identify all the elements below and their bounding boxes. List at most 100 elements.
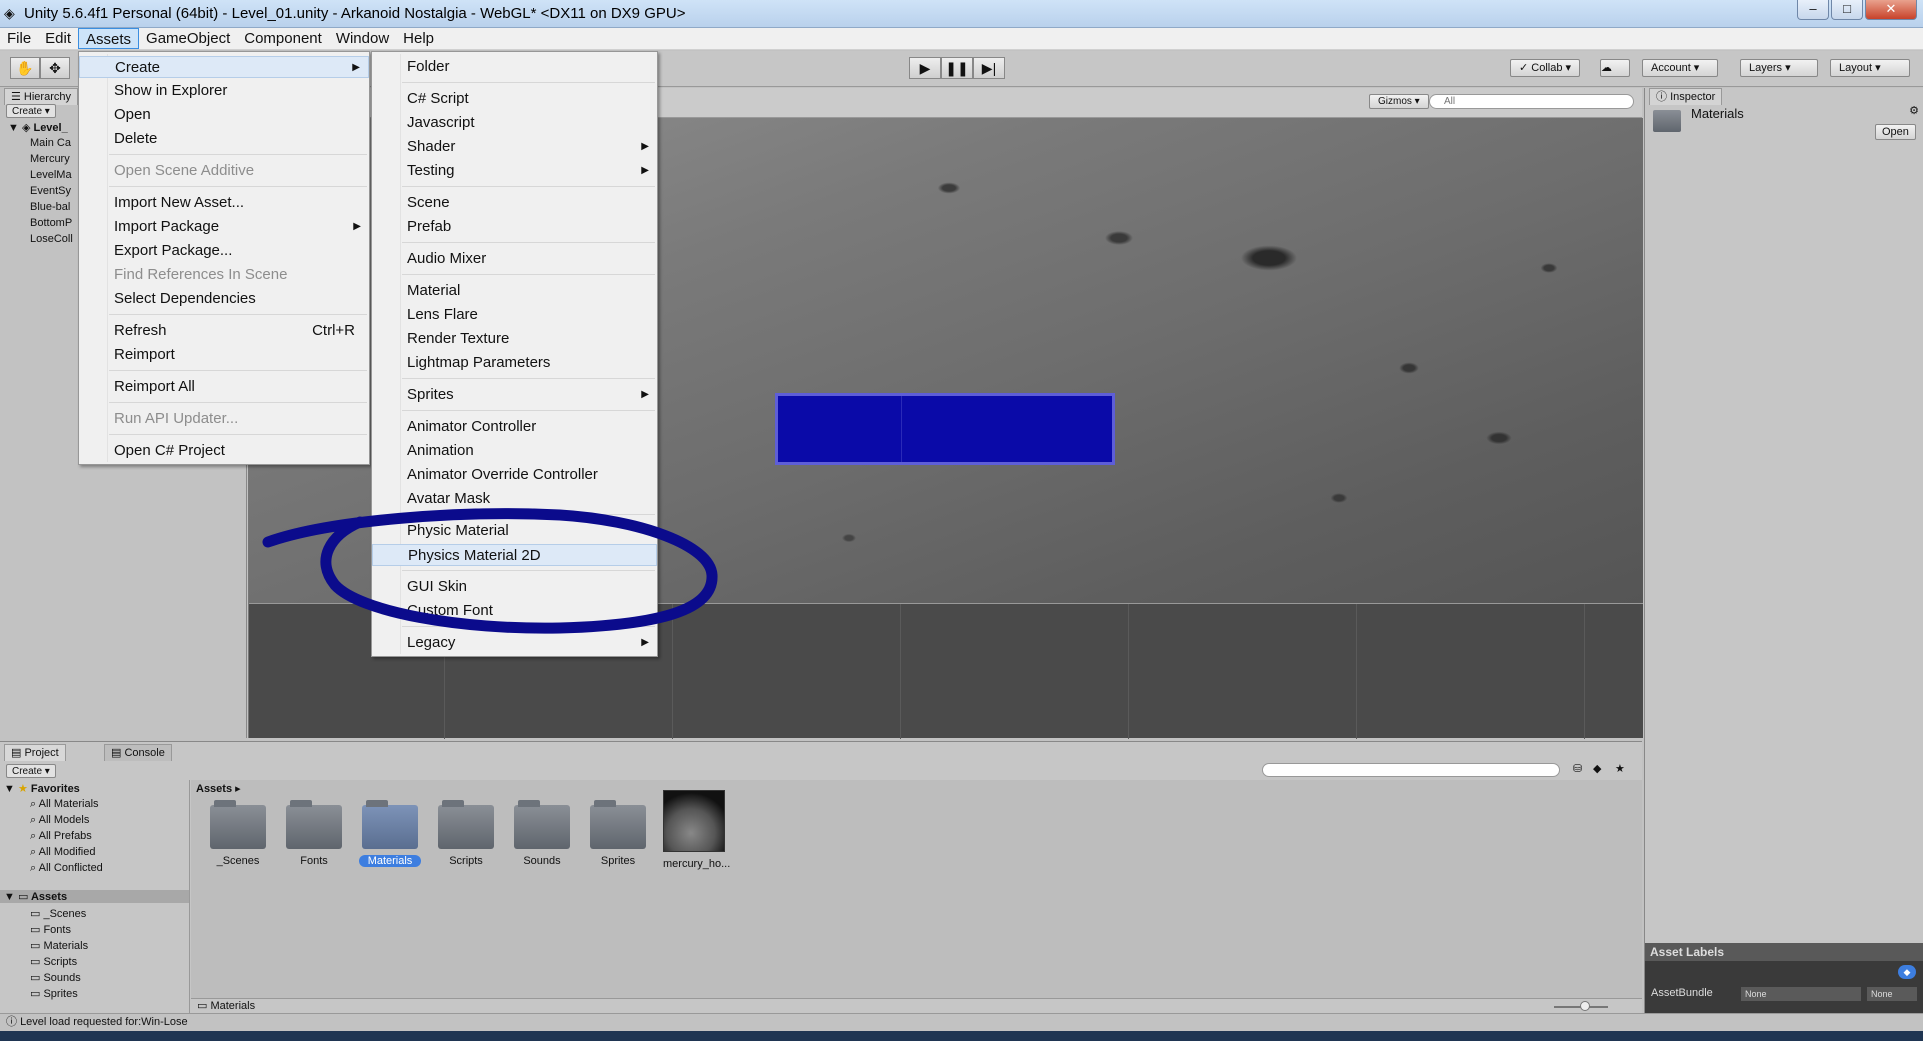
breadcrumb[interactable]: Assets ▸ <box>196 782 241 795</box>
menu-item-prefab[interactable]: Prefab <box>372 216 657 238</box>
menu-item-show-in-explorer[interactable]: Show in Explorer <box>79 80 369 102</box>
menu-item-refresh[interactable]: Refresh Ctrl+R <box>79 320 369 342</box>
project-create-button[interactable]: Create ▾ <box>6 764 56 778</box>
tab-inspector[interactable]: ⓘ Inspector <box>1649 88 1723 105</box>
menu-item-open[interactable]: Open <box>79 104 369 126</box>
hierarchy-item[interactable]: EventSy <box>30 185 71 197</box>
menu-item-gui-skin[interactable]: GUI Skin <box>372 576 657 598</box>
hierarchy-item[interactable]: LoseColl <box>30 233 73 245</box>
zoom-slider-handle[interactable] <box>1580 1001 1590 1011</box>
scene-search-input[interactable] <box>1429 94 1634 109</box>
blue-brick-sprite[interactable] <box>775 393 1115 465</box>
menu-item-animator-controller[interactable]: Animator Controller <box>372 416 657 438</box>
pause-icon[interactable]: ❚❚ <box>941 57 973 79</box>
menu-item-reimport-all[interactable]: Reimport All <box>79 376 369 398</box>
hand-tool-icon[interactable]: ✋ <box>10 57 40 79</box>
folder-item[interactable]: Sprites <box>587 800 649 867</box>
texture-item[interactable]: mercury_ho... <box>663 790 730 870</box>
asset-folder-item[interactable]: ▭ _Scenes <box>30 907 86 920</box>
menu-item-select-dependencies[interactable]: Select Dependencies <box>79 288 369 310</box>
menu-item-lens-flare[interactable]: Lens Flare <box>372 304 657 326</box>
hierarchy-item[interactable]: BottomP <box>30 217 72 229</box>
layout-button[interactable]: Layout ▾ <box>1830 59 1910 77</box>
favorite-item[interactable]: ⌕ All Prefabs <box>30 830 92 843</box>
menu-item-create[interactable]: Create ▶ <box>79 56 369 78</box>
folder-item[interactable]: Scripts <box>435 800 497 867</box>
asset-folder-item[interactable]: ▭ Scripts <box>30 955 77 968</box>
hierarchy-item[interactable]: Mercury <box>30 153 70 165</box>
layers-button[interactable]: Layers ▾ <box>1740 59 1818 77</box>
favorites-header[interactable]: ▼ ★ Favorites <box>4 782 80 795</box>
menu-item-import-package[interactable]: Import Package ▶ <box>79 216 369 238</box>
hierarchy-item[interactable]: LevelMa <box>30 169 72 181</box>
account-button[interactable]: Account ▾ <box>1642 59 1718 77</box>
maximize-button[interactable]: □ <box>1831 0 1863 20</box>
hierarchy-item[interactable]: Main Ca <box>30 137 71 149</box>
step-icon[interactable]: ▶| <box>973 57 1005 79</box>
asset-bundle-variant-select[interactable]: None <box>1867 987 1917 1001</box>
menu-component[interactable]: Component <box>237 28 329 49</box>
menu-item-folder[interactable]: Folder <box>372 56 657 78</box>
open-button[interactable]: Open <box>1875 124 1916 140</box>
menu-item-open-csharp-project[interactable]: Open C# Project <box>79 440 369 462</box>
menu-item-material[interactable]: Material <box>372 280 657 302</box>
menu-item-scene[interactable]: Scene <box>372 192 657 214</box>
favorite-item[interactable]: ⌕ All Materials <box>30 798 99 811</box>
menu-item-avatar-mask[interactable]: Avatar Mask <box>372 488 657 510</box>
hierarchy-item[interactable]: Blue-bal <box>30 201 70 213</box>
menu-item-physic-material[interactable]: Physic Material <box>372 520 657 542</box>
asset-bundle-select[interactable]: None <box>1741 987 1861 1001</box>
folder-item[interactable]: Fonts <box>283 800 345 867</box>
tab-project[interactable]: ▤ Project <box>4 744 66 761</box>
menu-item-animation[interactable]: Animation <box>372 440 657 462</box>
asset-folder-item[interactable]: ▭ Sounds <box>30 971 81 984</box>
menu-gameobject[interactable]: GameObject <box>139 28 237 49</box>
menu-item-lightmap-parameters[interactable]: Lightmap Parameters <box>372 352 657 374</box>
favorite-item[interactable]: ⌕ All Models <box>30 814 89 827</box>
scene-root-item[interactable]: ▼ ◈ Level_ <box>8 121 68 134</box>
gizmos-button[interactable]: Gizmos ▾ <box>1369 94 1429 109</box>
menu-item-sprites[interactable]: Sprites ▶ <box>372 384 657 406</box>
menu-edit[interactable]: Edit <box>38 28 78 49</box>
menu-item-testing[interactable]: Testing ▶ <box>372 160 657 182</box>
menu-help[interactable]: Help <box>396 28 441 49</box>
favorite-item[interactable]: ⌕ All Modified <box>30 846 95 859</box>
star-icon[interactable]: ★ <box>1615 762 1625 775</box>
menu-item-audio-mixer[interactable]: Audio Mixer <box>372 248 657 270</box>
menu-item-render-texture[interactable]: Render Texture <box>372 328 657 350</box>
gear-icon[interactable]: ⚙ <box>1909 104 1919 117</box>
menu-window[interactable]: Window <box>329 28 396 49</box>
menu-item-reimport[interactable]: Reimport <box>79 344 369 366</box>
filter-label-icon[interactable]: ◆ <box>1593 762 1601 775</box>
menu-item-physics-material-2d[interactable]: Physics Material 2D <box>372 544 657 566</box>
asset-folder-item[interactable]: ▭ Sprites <box>30 987 78 1000</box>
menu-item-csharp-script[interactable]: C# Script <box>372 88 657 110</box>
hierarchy-create-button[interactable]: Create ▾ <box>6 104 56 118</box>
menu-item-legacy[interactable]: Legacy ▶ <box>372 632 657 654</box>
menu-item-export-package[interactable]: Export Package... <box>79 240 369 262</box>
cloud-icon[interactable]: ☁ <box>1600 59 1630 77</box>
assets-tree-header[interactable]: ▼ ▭ Assets <box>0 890 189 903</box>
tab-console[interactable]: ▤ Console <box>104 744 172 761</box>
menu-item-shader[interactable]: Shader ▶ <box>372 136 657 158</box>
tag-icon[interactable]: ◆ <box>1898 965 1916 979</box>
play-icon[interactable]: ▶ <box>909 57 941 79</box>
collab-button[interactable]: ✓ Collab ▾ <box>1510 59 1581 77</box>
project-search-input[interactable] <box>1262 763 1560 777</box>
asset-folder-item[interactable]: ▭ Fonts <box>30 923 71 936</box>
menu-item-import-new-asset[interactable]: Import New Asset... <box>79 192 369 214</box>
folder-item[interactable]: _Scenes <box>207 800 269 867</box>
close-button[interactable]: ✕ <box>1865 0 1917 20</box>
minimize-button[interactable]: – <box>1797 0 1829 20</box>
move-tool-icon[interactable]: ✥ <box>40 57 70 79</box>
menu-file[interactable]: File <box>0 28 38 49</box>
asset-folder-item[interactable]: ▭ Materials <box>30 939 88 952</box>
tab-hierarchy[interactable]: ☰ Hierarchy <box>4 88 78 105</box>
favorite-item[interactable]: ⌕ All Conflicted <box>30 862 103 875</box>
menu-item-delete[interactable]: Delete <box>79 128 369 150</box>
menu-item-custom-font[interactable]: Custom Font <box>372 600 657 622</box>
folder-item-selected[interactable]: Materials <box>359 800 421 867</box>
menu-assets[interactable]: Assets <box>78 28 140 49</box>
folder-item[interactable]: Sounds <box>511 800 573 867</box>
filter-type-icon[interactable]: ⛁ <box>1573 762 1582 775</box>
